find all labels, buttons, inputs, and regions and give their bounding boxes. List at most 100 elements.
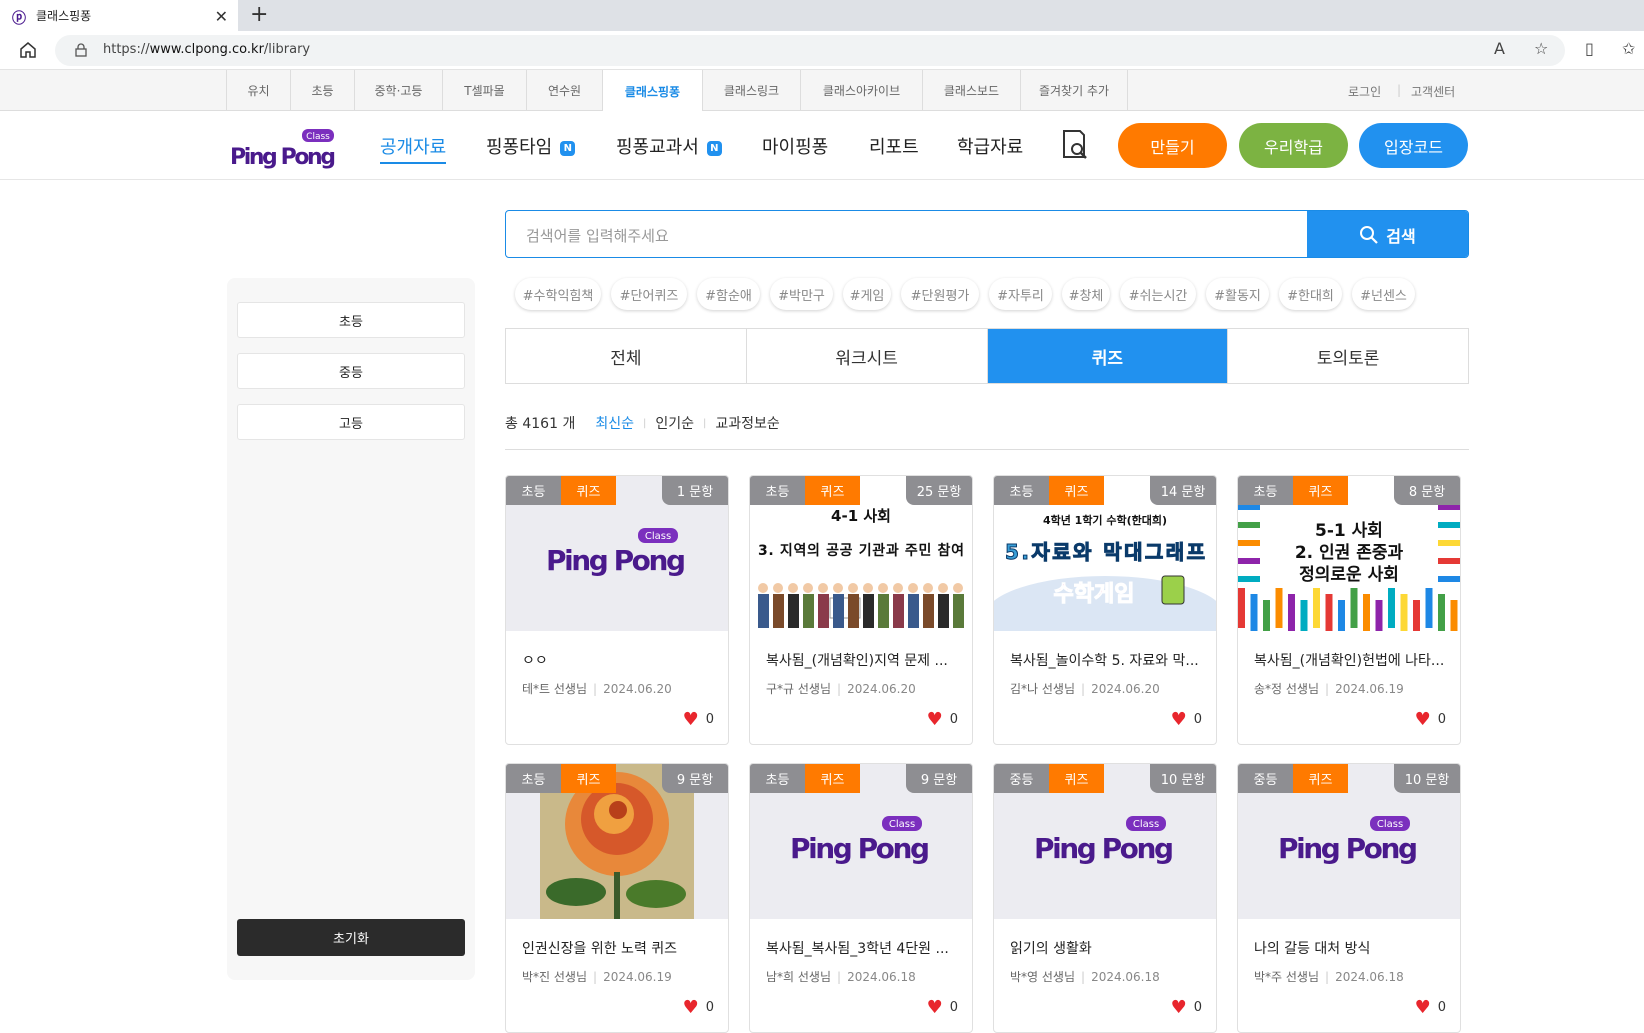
reset-button[interactable]: 초기화 [237,919,465,956]
menu-pingpong-textbook[interactable]: 핑퐁교과서 N [616,133,722,159]
hashtag[interactable]: #자투리 [989,278,1052,310]
card-title[interactable]: 복사됨_놀이수학 5. 자료와 막... [1010,650,1205,670]
hashtag[interactable]: #창체 [1062,278,1110,310]
card-meta: 박*주 선생님 | 2024.06.18 [1254,970,1404,984]
material-card[interactable]: Class Ping Pong 초등 퀴즈 1 문항 ㅇㅇ 테*트 선생님 | 2024.06.… [505,475,729,745]
browser-tab-title: 클래스핑퐁 [36,9,92,23]
hashtag[interactable]: #한대희 [1279,278,1342,310]
card-date: 2024.06.18 [1091,970,1160,984]
svc-item-classarchive[interactable]: 클래스아카이브 [800,70,922,111]
tab-worksheet[interactable]: 워크시트 [747,329,988,383]
menu-public-materials[interactable]: 공개자료 [380,133,447,164]
sort-separator: | [702,417,707,429]
entry-code-button[interactable]: 입장코드 [1359,123,1468,168]
svc-item-middle-high[interactable]: 중학·고등 [354,70,442,111]
like-button[interactable]: ♥ 0 [1415,709,1446,730]
menu-class-materials[interactable]: 학급자료 [957,133,1023,159]
question-count-badge: 25 문항 [906,476,972,505]
material-card[interactable]: 4학년 1학기 수학(한대희) 5.자료와 막대그래프 수학게임 초등 퀴즈 14 문항 복… [993,475,1217,745]
heart-icon: ♥ [1170,709,1187,730]
filter-middle[interactable]: 중등 [237,353,465,389]
hashtag[interactable]: #쉬는시간 [1120,278,1196,310]
like-button[interactable]: ♥ 0 [1171,709,1202,730]
url-field[interactable]: https://www.clpong.co.kr/library [55,35,1565,66]
svg-text:4학년 1학기 수학(한대희): 4학년 1학기 수학(한대희) [1043,513,1167,527]
filter-high[interactable]: 고등 [237,404,465,440]
close-tab-icon[interactable]: ✕ [215,7,228,26]
new-tab-icon[interactable]: + [250,2,268,27]
card-title[interactable]: 복사됨_복사됨_3학년 4단원 ... [766,938,961,958]
hashtag[interactable]: #함순애 [697,278,760,310]
sort-popular[interactable]: 인기순 [655,413,694,433]
menu-report[interactable]: 리포트 [869,133,919,159]
card-meta: 테*트 선생님 | 2024.06.20 [522,682,672,696]
pingpong-favicon-icon: ⓟ [12,10,26,27]
login-link[interactable]: 로그인 [1348,83,1381,100]
card-date: 2024.06.20 [603,682,672,696]
like-button[interactable]: ♥ 0 [683,997,714,1018]
material-card[interactable]: Class Ping Pong 중등 퀴즈 10 문항 읽기의 생활화 박*영 선생님 | 20… [993,763,1217,1033]
browser-tab[interactable]: ⓟ 클래스핑퐁 ✕ [0,0,238,31]
svc-item-tsellpa[interactable]: T셀파몰 [442,70,526,111]
sort-latest[interactable]: 최신순 [595,413,634,433]
pingpong-logo[interactable]: Class Ping Pong [228,127,340,169]
like-button[interactable]: ♥ 0 [927,709,958,730]
our-class-button[interactable]: 우리학급 [1239,123,1348,168]
like-button[interactable]: ♥ 0 [1415,997,1446,1018]
card-title[interactable]: 복사됨_(개념확인)지역 문제 ... [766,650,961,670]
like-button[interactable]: ♥ 0 [1171,997,1202,1018]
type-badge: 퀴즈 [805,476,860,505]
level-badge: 중등 [994,764,1049,793]
hashtag[interactable]: #게임 [843,278,891,310]
svc-item-elementary[interactable]: 초등 [290,70,354,111]
make-button[interactable]: 만들기 [1118,123,1227,168]
material-card[interactable]: 5-1 사회 2. 인권 존중과 정의로운 사회 초등 퀴즈 8 문항 복사됨_(개념확인)… [1237,475,1461,745]
support-link[interactable]: 고객센터 [1411,83,1455,100]
question-count-badge: 8 문항 [1394,476,1460,505]
material-card[interactable]: Class Ping Pong 초등 퀴즈 9 문항 복사됨_복사됨_3학년 4단원 ..… [749,763,973,1033]
card-date: 2024.06.20 [847,682,916,696]
menu-pingpong-time[interactable]: 핑퐁타임 N [486,133,576,159]
like-button[interactable]: ♥ 0 [683,709,714,730]
svg-text:Class: Class [306,132,330,142]
material-card[interactable]: Class Ping Pong 중등 퀴즈 10 문항 나의 갈등 대처 방식 박*주 선생… [1237,763,1461,1033]
sort-curriculum[interactable]: 교과정보순 [715,413,779,433]
hashtag[interactable]: #단원평가 [901,278,979,310]
tab-discussion[interactable]: 토의토론 [1228,329,1468,383]
home-icon[interactable] [18,40,38,60]
hashtag[interactable]: #단어퀴즈 [611,278,687,310]
like-button[interactable]: ♥ 0 [927,997,958,1018]
read-aloud-icon[interactable]: A [1494,39,1505,58]
svc-item-classpingpong[interactable]: 클래스핑퐁 [602,70,702,112]
search-input[interactable]: 검색어를 입력해주세요 [526,225,669,246]
card-title[interactable]: 나의 갈등 대처 방식 [1254,938,1449,958]
card-title[interactable]: 인권신장을 위한 노력 퀴즈 [522,938,717,958]
lock-icon[interactable] [75,43,87,57]
svc-item-bookmark[interactable]: 즐겨찾기 추가 [1020,70,1128,111]
material-card[interactable]: 4-1 사회 3. 지역의 공공 기관과 주민 참여 초등 퀴즈 25 문항 복사됨_(개… [749,475,973,745]
tab-quiz[interactable]: 퀴즈 [987,329,1229,383]
filter-elementary[interactable]: 초등 [237,302,465,338]
tab-all[interactable]: 전체 [506,329,747,383]
menu-my-pingpong[interactable]: 마이핑퐁 [762,133,828,159]
svc-item-training[interactable]: 연수원 [526,70,602,111]
hashtag[interactable]: #박만구 [770,278,833,310]
card-author: 박*주 선생님 [1254,970,1320,984]
svc-item-classlink[interactable]: 클래스링크 [702,70,800,111]
hashtag[interactable]: #수학익힘책 [515,278,601,310]
hashtag[interactable]: #넌센스 [1352,278,1415,310]
svc-item-classboard[interactable]: 클래스보드 [922,70,1020,111]
card-title[interactable]: 읽기의 생활화 [1010,938,1205,958]
favorites-icon[interactable]: ✩ [1622,39,1635,58]
card-title[interactable]: 복사됨_(개념확인)헌법에 나타... [1254,650,1449,670]
split-screen-icon[interactable]: ▯ [1585,39,1594,58]
type-badge: 퀴즈 [1049,764,1104,793]
address-bar-row: https://www.clpong.co.kr/library A ☆ ▯ ✩ [0,31,1644,70]
favorite-star-icon[interactable]: ☆ [1534,39,1548,58]
card-title[interactable]: ㅇㅇ [522,650,717,670]
svc-item-kinder[interactable]: 유치 [226,70,290,111]
hashtag[interactable]: #활동지 [1206,278,1269,310]
search-button[interactable]: 검색 [1307,211,1468,257]
material-card[interactable]: 초등 퀴즈 9 문항 인권신장을 위한 노력 퀴즈 박*진 선생님 | 2024.06.19… [505,763,729,1033]
document-search-icon[interactable] [1060,129,1088,161]
